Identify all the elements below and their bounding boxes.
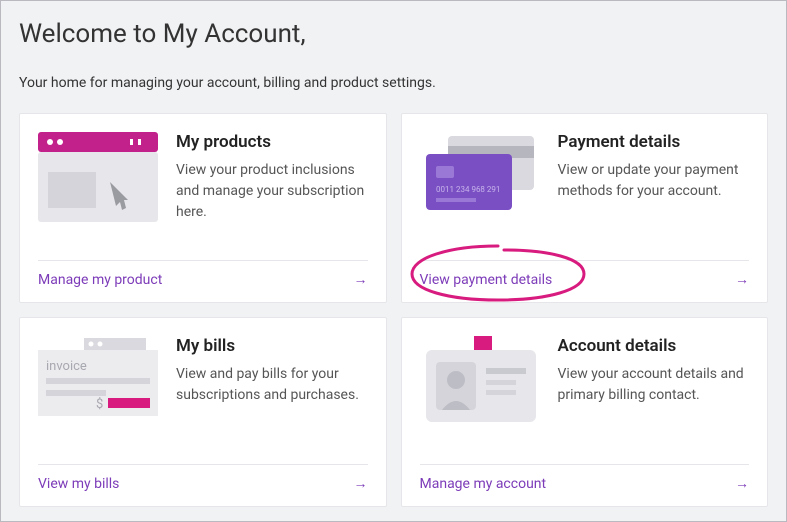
action-label: Manage my account [420,476,547,492]
card-account-details: Account details View your account detail… [401,317,769,507]
view-payment-details-link[interactable]: View payment details → [420,271,750,288]
credit-cards-icon: 0011 234 968 291 [420,132,540,246]
card-title: Account details [558,336,750,356]
card-my-products: My products View your product inclusions… [19,113,387,303]
page-subtitle: Your home for managing your account, bil… [19,75,768,91]
svg-text:$: $ [96,397,103,412]
svg-text:0011 234 968 291: 0011 234 968 291 [436,185,500,194]
manage-my-product-link[interactable]: Manage my product → [38,271,368,288]
divider [38,464,368,465]
card-title: My bills [176,336,368,356]
svg-text:invoice: invoice [46,359,87,374]
arrow-right-icon: → [735,475,749,492]
manage-my-account-link[interactable]: Manage my account → [420,475,750,492]
card-desc: View and pay bills for your subscription… [176,364,368,406]
card-desc: View your product inclusions and manage … [176,160,368,223]
invoice-icon: invoice $ [38,336,158,450]
arrow-right-icon: → [354,475,368,492]
card-desc: View your account details and primary bi… [558,364,750,406]
divider [420,260,750,261]
page-title: Welcome to My Account, [19,19,768,49]
view-my-bills-link[interactable]: View my bills → [38,475,368,492]
arrow-right-icon: → [354,271,368,288]
divider [420,464,750,465]
id-card-icon [420,336,540,450]
arrow-right-icon: → [735,271,749,288]
action-label: View my bills [38,476,119,492]
card-payment-details: 0011 234 968 291 Payment details View or… [401,113,769,303]
card-my-bills: invoice $ My bills View and pay bills fo… [19,317,387,507]
cards-grid: My products View your product inclusions… [19,113,768,507]
card-title: Payment details [558,132,750,152]
action-label: Manage my product [38,272,162,288]
card-desc: View or update your payment methods for … [558,160,750,202]
divider [38,260,368,261]
action-label: View payment details [420,272,553,288]
card-title: My products [176,132,368,152]
browser-window-icon [38,132,158,246]
